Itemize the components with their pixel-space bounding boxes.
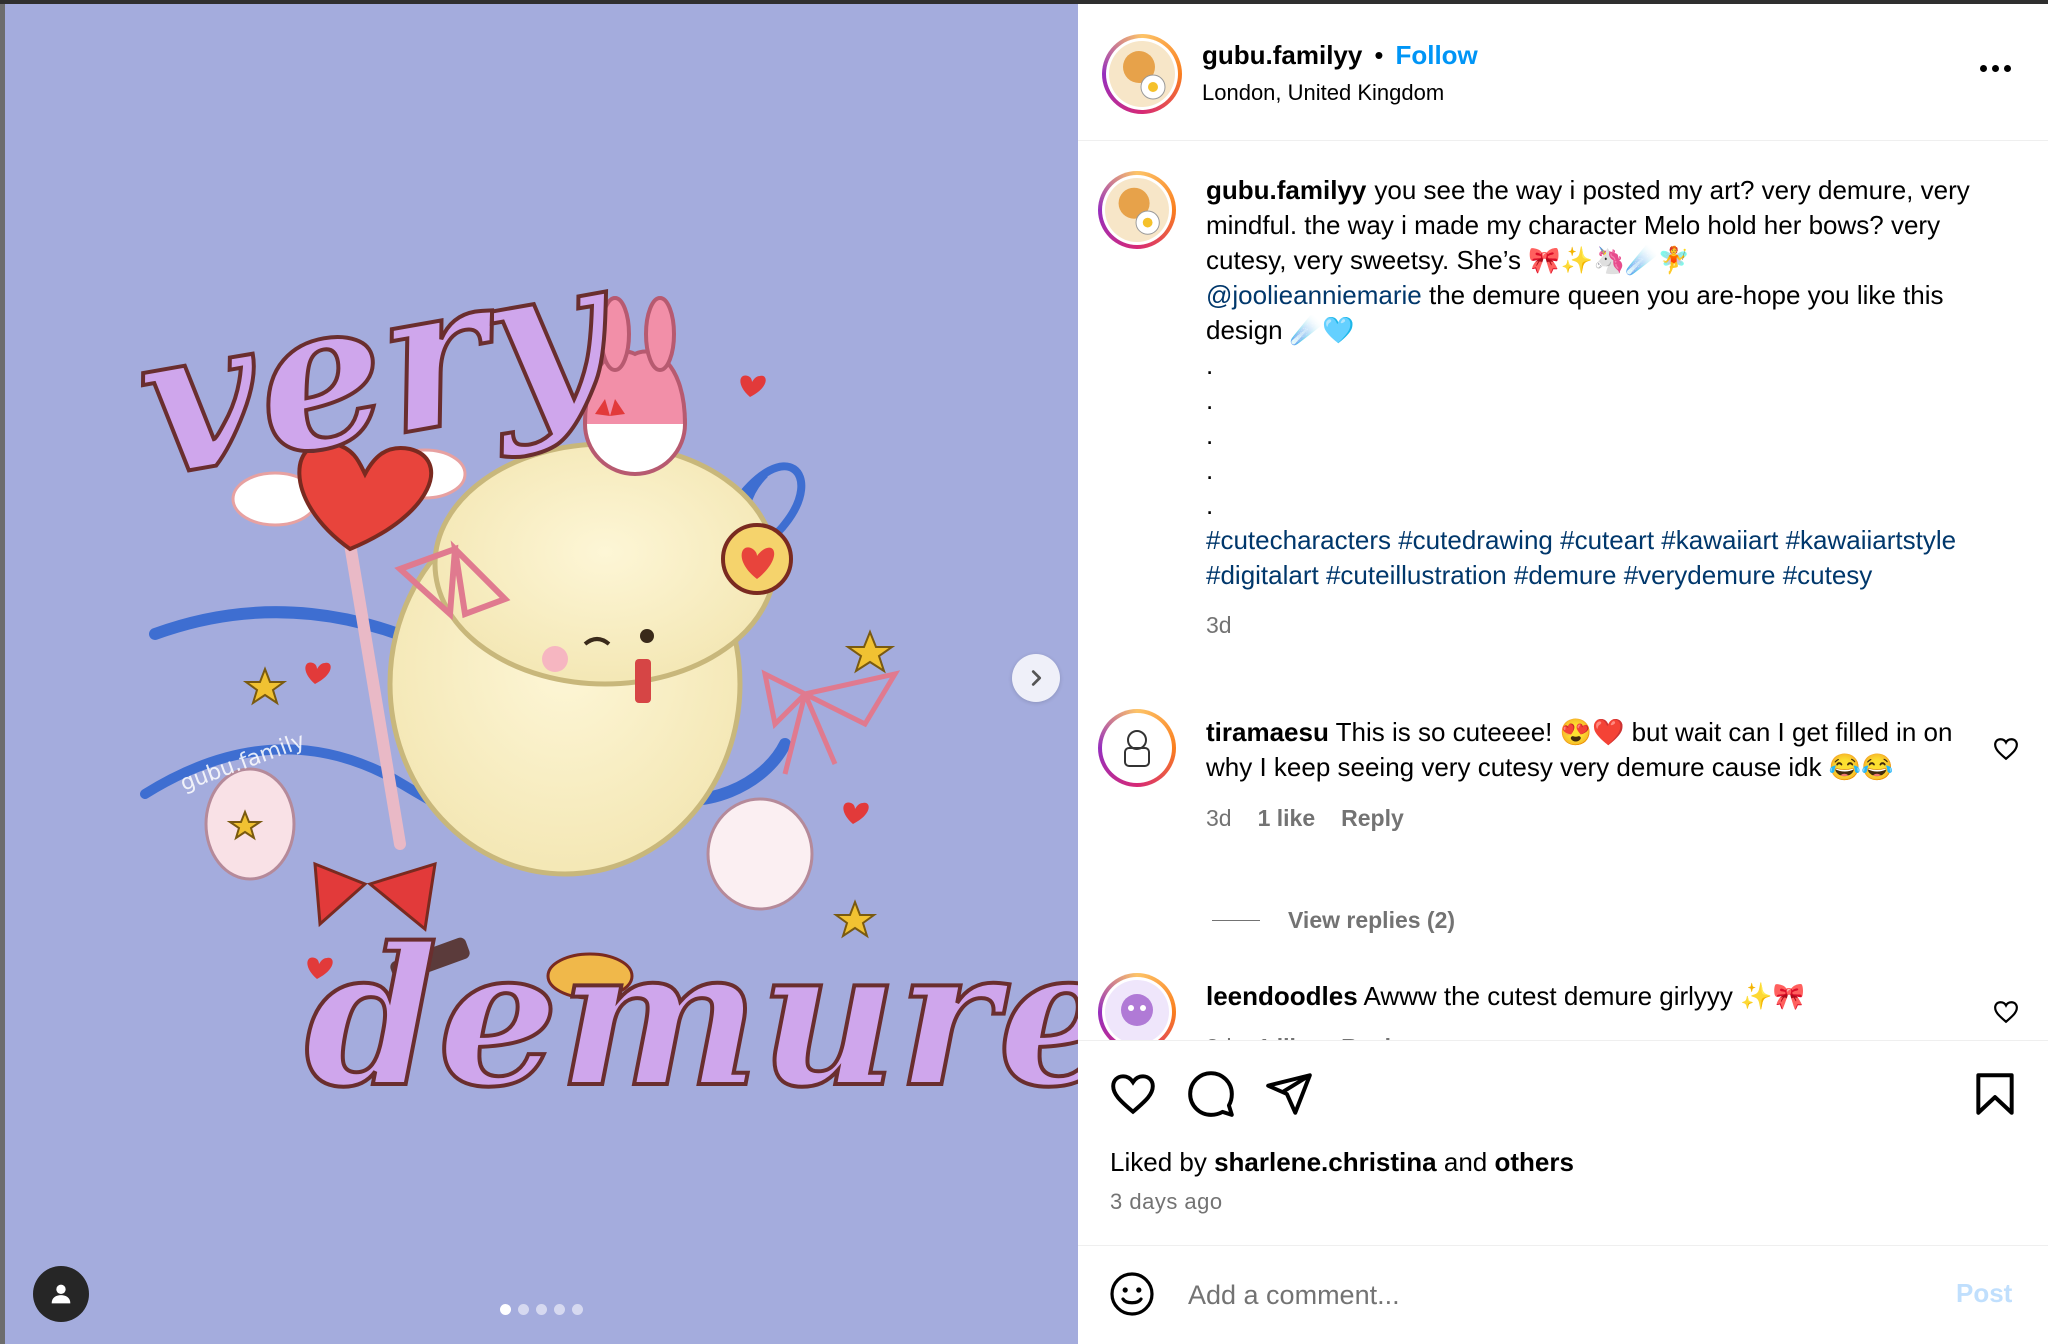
hashtag-link[interactable]: #kawaiiartstyle <box>1786 525 1957 555</box>
hashtag-link[interactable]: #cutedrawing <box>1398 525 1553 555</box>
avatar-image <box>1109 41 1175 107</box>
send-icon[interactable] <box>1264 1069 1314 1119</box>
post-header: gubu.familyy • Follow London, United Kin… <box>1078 4 2048 141</box>
comment-meta: 3d 1 like Reply <box>1206 801 1986 836</box>
carousel-indicator <box>500 1304 583 1315</box>
hashtag-link[interactable]: #cuteart <box>1560 525 1654 555</box>
avatar[interactable] <box>1102 34 1182 114</box>
star-2 <box>844 629 896 674</box>
pink-ribbon-right <box>761 669 901 775</box>
bookmark-icon[interactable] <box>1970 1069 2020 1119</box>
screenshot-frame: very demure gubu.family gubu.familyy • F… <box>0 0 2048 1344</box>
avatar-image <box>1105 980 1169 1041</box>
comment-avatar[interactable] <box>1098 709 1176 787</box>
heart-small-1 <box>305 662 331 684</box>
user-icon <box>51 1284 71 1304</box>
caption-dot: . <box>1206 420 1214 450</box>
liked-user-link[interactable]: sharlene.christina <box>1214 1147 1437 1177</box>
avatar-image <box>1105 716 1169 780</box>
star-1 <box>242 666 288 706</box>
more-options-icon[interactable] <box>1970 54 2020 82</box>
bunny-ear-right <box>644 296 676 372</box>
view-replies-label: View replies (2) <box>1288 907 1456 933</box>
comment-username[interactable]: leendoodles <box>1206 981 1358 1011</box>
hashtag-link[interactable]: #cutecharacters <box>1206 525 1391 555</box>
chevron-right-icon <box>1031 670 1042 686</box>
comment: leendoodles Awww the cutest demure girly… <box>1206 979 1986 1041</box>
header-username[interactable]: gubu.familyy <box>1202 40 1362 71</box>
hashtag-link[interactable]: #verydemure <box>1624 560 1776 590</box>
post-actions: Liked by sharlene.christina and others 3… <box>1078 1040 2048 1246</box>
caption-dot: . <box>1206 490 1214 520</box>
post-details-panel: gubu.familyy • Follow London, United Kin… <box>1078 4 2048 1344</box>
comment-text: Awww the cutest demure girlyyy ✨🎀 <box>1363 981 1805 1011</box>
post-location[interactable]: London, United Kingdom <box>1202 80 1444 106</box>
post-comment-button[interactable]: Post <box>1956 1278 2012 1309</box>
reply-button[interactable]: Reply <box>1341 801 1404 836</box>
avatar-image <box>1105 178 1169 242</box>
nose <box>640 629 654 643</box>
liked-prefix: Liked by <box>1110 1147 1207 1177</box>
post-artwork: very demure gubu.family <box>120 207 1078 1131</box>
hashtags: #cutecharacters #cutedrawing #cuteart #k… <box>1206 523 1986 593</box>
view-replies-button[interactable]: View replies (2) <box>1212 907 1455 934</box>
comment-like-heart-icon[interactable] <box>1993 999 2019 1025</box>
carousel-dot <box>572 1304 583 1315</box>
comment: tiramaesu This is so cuteeee! 😍❤️ but wa… <box>1206 715 1986 836</box>
post-date[interactable]: 3 days ago <box>1110 1189 1223 1215</box>
caption-avatar[interactable] <box>1098 171 1176 249</box>
caption-time[interactable]: 3d <box>1206 612 1232 638</box>
comment-like-heart-icon[interactable] <box>1993 736 2019 762</box>
comment-time[interactable]: 3d <box>1206 801 1232 836</box>
comments-section[interactable]: gubu.familyy you see the way i posted my … <box>1078 141 2048 1041</box>
post-media[interactable]: very demure gubu.family <box>5 4 1078 1344</box>
caption-dot: . <box>1206 455 1214 485</box>
liked-and: and <box>1443 1147 1488 1177</box>
post-caption: gubu.familyy you see the way i posted my … <box>1206 173 1986 643</box>
carousel-next-button[interactable] <box>1012 654 1060 702</box>
bunny-right <box>706 797 814 911</box>
hashtag-link[interactable]: #demure <box>1514 560 1617 590</box>
caption-dot: . <box>1206 385 1214 415</box>
carousel-dot <box>554 1304 565 1315</box>
emoji-icon[interactable] <box>1108 1270 1156 1318</box>
carousel-dot <box>536 1304 547 1315</box>
hashtag-link[interactable]: #cuteillustration <box>1326 560 1507 590</box>
heart-small-3 <box>843 802 869 824</box>
art-text-demure: demure <box>305 906 1078 1129</box>
liked-others-link[interactable]: others <box>1494 1147 1573 1177</box>
caption-dot: . <box>1206 350 1214 380</box>
heart-small-4 <box>740 375 766 397</box>
hashtag-link[interactable]: #digitalart <box>1206 560 1319 590</box>
separator-dot: • <box>1374 40 1384 70</box>
comment-likes[interactable]: 1 like <box>1258 801 1316 836</box>
follow-button[interactable]: Follow <box>1395 40 1477 71</box>
comment-icon[interactable] <box>1186 1069 1236 1119</box>
caption-mention[interactable]: @joolieanniemarie <box>1206 280 1422 310</box>
carousel-dot <box>500 1304 511 1315</box>
lipstick-small <box>635 659 651 703</box>
likes-summary: Liked by sharlene.christina and others <box>1110 1147 1574 1178</box>
hashtag-link[interactable]: #kawaiiart <box>1661 525 1778 555</box>
add-comment-bar: Post <box>1078 1244 2048 1344</box>
header-user-row: gubu.familyy • Follow <box>1202 40 1478 71</box>
comment-username[interactable]: tiramaesu <box>1206 717 1329 747</box>
carousel-dot <box>518 1304 529 1315</box>
cheek <box>542 646 568 672</box>
comment-avatar[interactable] <box>1098 973 1176 1041</box>
caption-username[interactable]: gubu.familyy <box>1206 175 1366 205</box>
hashtag-link[interactable]: #cutesy <box>1783 560 1873 590</box>
heart-icon[interactable] <box>1108 1069 1158 1119</box>
tagged-users-button[interactable] <box>33 1266 89 1322</box>
comment-input[interactable] <box>1186 1268 1890 1322</box>
